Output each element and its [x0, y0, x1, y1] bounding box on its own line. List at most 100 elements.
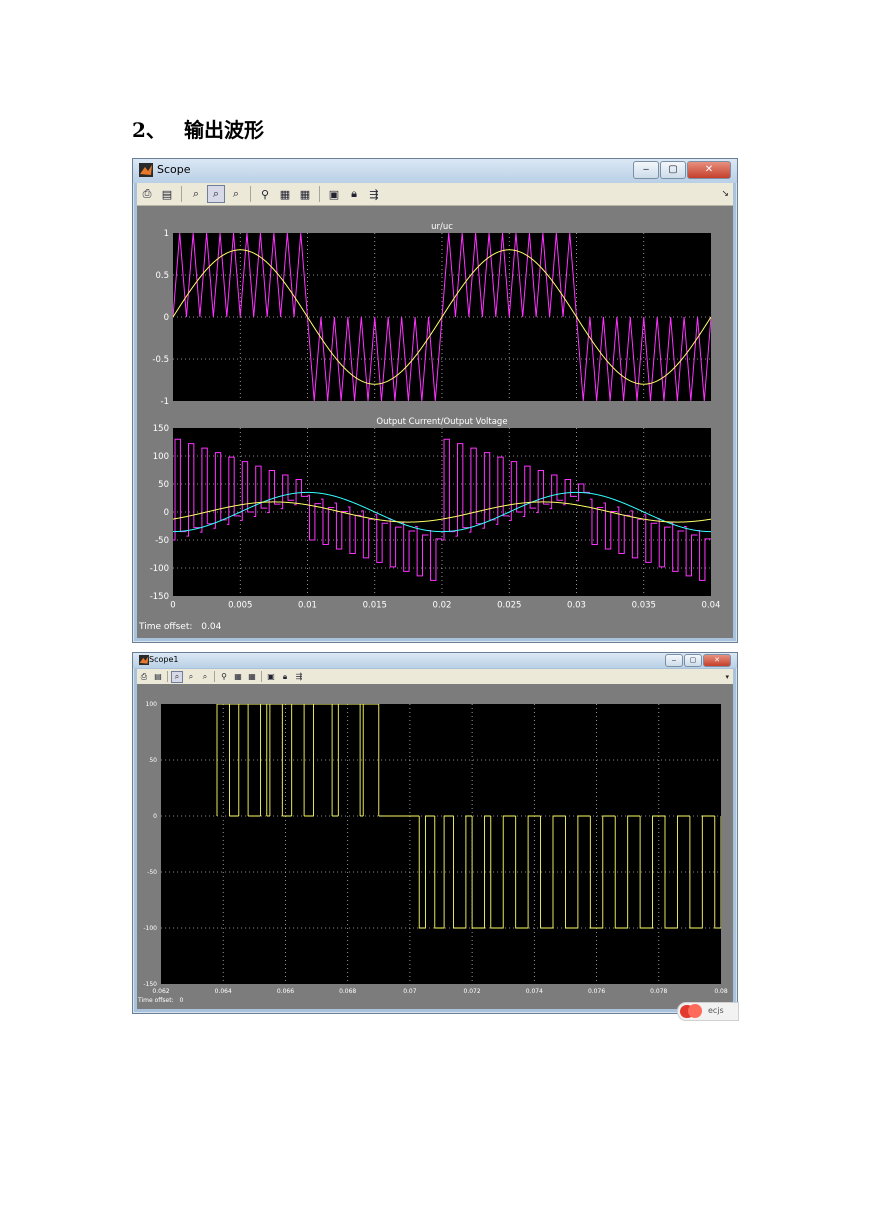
- toolbar-divider: [181, 186, 182, 202]
- y-tick-label: 0: [164, 313, 169, 323]
- y-tick-label: -1: [161, 397, 169, 407]
- parameters-icon[interactable]: ▤: [152, 671, 164, 683]
- x-tick-label: 0.062: [152, 988, 169, 995]
- section-heading: 2、 输出波形: [132, 114, 264, 143]
- matlab-icon: [139, 163, 153, 177]
- scope-window: Scope ‒ ▢ ✕ ⎙ ▤ ⌕ ⌕ ⌕ ⚲ ▦ ▦ ▣ 🔒︎ ⇶ ↘ 1 0.…: [132, 158, 738, 643]
- minimize-button[interactable]: ‒: [633, 161, 659, 179]
- time-offset-label: Time offset:: [138, 997, 174, 1004]
- x-tick-label: 0.025: [497, 601, 521, 611]
- y-tick-label: 150: [153, 424, 169, 434]
- y-tick-label: -100: [150, 564, 169, 574]
- scope2-plot-svg: 100500-50-100-1500.062 0.064 0.066 0.068 0.0…: [143, 701, 728, 995]
- chart-title: Output Current/Output Voltage: [376, 417, 507, 427]
- window-title: Scope1: [149, 655, 179, 664]
- autoscale-icon[interactable]: ⚲: [256, 185, 274, 203]
- parameters-icon[interactable]: ▤: [158, 185, 176, 203]
- x-tick-label: 0.035: [632, 601, 656, 611]
- floating-scope-icon[interactable]: ▣: [325, 185, 343, 203]
- x-tick-label: 0.07: [403, 988, 417, 995]
- scope1-window: Scope1 ‒ ▢ ✕ ⎙ ▤ ⌕ ⌕ ⌕ ⚲ ▦ ▦ ▣ 🔒︎ ⇶ ▾ 10…: [132, 652, 738, 1014]
- x-tick-label: 0.08: [714, 988, 728, 995]
- matlab-icon: [139, 655, 149, 665]
- x-tick-label: 0.074: [526, 988, 543, 995]
- close-button[interactable]: ✕: [687, 161, 731, 179]
- time-offset: Time offset: 0.04: [139, 622, 221, 632]
- x-tick-label: 0.005: [228, 601, 252, 611]
- y-tick-label: 0: [164, 508, 169, 518]
- x-tick-label: 0.078: [650, 988, 667, 995]
- save-axes-icon[interactable]: ▦: [232, 671, 244, 683]
- title-bar[interactable]: Scope1 ‒ ▢ ✕: [133, 653, 737, 668]
- window-title: Scope: [157, 163, 191, 176]
- close-button[interactable]: ✕: [703, 654, 731, 667]
- title-bar[interactable]: Scope ‒ ▢ ✕: [133, 159, 737, 183]
- scope-plot-area: 100 50 0 -50 -100 -150 0.062 0.064 0.066 0.068 0.0…: [137, 684, 733, 1009]
- heading-text: 输出波形: [184, 118, 264, 142]
- time-offset-label: Time offset:: [139, 622, 193, 632]
- x-tick-label: 0.066: [277, 988, 294, 995]
- lock-axes-icon[interactable]: 🔒︎: [345, 185, 363, 203]
- print-icon[interactable]: ⎙: [138, 671, 150, 683]
- y-tick-label: -150: [150, 592, 169, 602]
- zoom-y-icon[interactable]: ⌕: [227, 185, 245, 203]
- x-tick-label: 0.068: [339, 988, 356, 995]
- maximize-button[interactable]: ▢: [684, 654, 702, 667]
- chart-title: ur/uc: [431, 222, 453, 232]
- y-tick-label: 0.5: [155, 271, 169, 281]
- x-tick-label: 0: [170, 601, 175, 611]
- x-tick-label: 0.03: [567, 601, 586, 611]
- restore-axes-icon[interactable]: ▦: [296, 185, 314, 203]
- toolbar-overflow-icon[interactable]: ▾: [725, 673, 729, 681]
- y-tick-label: 100: [153, 452, 169, 462]
- x-tick-label: 0.02: [433, 601, 452, 611]
- x-tick-label: 0.064: [215, 988, 232, 995]
- zoom-icon[interactable]: ⌕: [187, 185, 205, 203]
- heading-number: 2、: [132, 118, 166, 142]
- x-tick-label: 0.072: [464, 988, 481, 995]
- time-offset-value: 0: [179, 997, 184, 1004]
- y-tick-label: -50: [155, 536, 169, 546]
- zoom-icon[interactable]: ⌕: [171, 670, 183, 683]
- autoscale-icon[interactable]: ⚲: [218, 671, 230, 683]
- y-tick-label: 1: [164, 229, 169, 239]
- toolbar-divider: [319, 186, 320, 202]
- print-icon[interactable]: ⎙: [138, 185, 156, 203]
- watermark-badge: ecjs: [677, 1002, 739, 1021]
- y-tick-label: 100: [146, 701, 158, 708]
- zoom-x-icon[interactable]: ⌕: [185, 671, 197, 683]
- zoom-y-icon[interactable]: ⌕: [199, 671, 211, 683]
- y-tick-label: -50: [147, 869, 157, 876]
- lock-axes-icon[interactable]: 🔒︎: [279, 671, 291, 683]
- signal-selection-icon[interactable]: ⇶: [365, 185, 383, 203]
- scope-toolbar: ⎙ ▤ ⌕ ⌕ ⌕ ⚲ ▦ ▦ ▣ 🔒︎ ⇶ ↘: [137, 183, 733, 206]
- x-tick-label: 0.01: [298, 601, 317, 611]
- toolbar-divider: [261, 671, 262, 682]
- watermark-logo-icon: [688, 1004, 702, 1018]
- save-axes-icon[interactable]: ▦: [276, 185, 294, 203]
- restore-axes-icon[interactable]: ▦: [246, 671, 258, 683]
- toolbar-overflow-icon[interactable]: ↘: [721, 189, 729, 199]
- x-tick-label: 0.015: [363, 601, 387, 611]
- x-tick-label: 0.076: [588, 988, 605, 995]
- y-tick-label: -0.5: [152, 355, 169, 365]
- y-tick-label: -100: [143, 925, 157, 932]
- floating-scope-icon[interactable]: ▣: [265, 671, 277, 683]
- y-tick-label: 0: [153, 813, 157, 820]
- time-offset: Time offset: 0: [138, 997, 183, 1004]
- scope-plot-area: 1 0.5 0 -0.5 -1 ur/uc 150 100 50 0 -50 -100 -150 0 0.0…: [137, 206, 733, 638]
- zoom-x-icon[interactable]: ⌕: [207, 185, 225, 203]
- plot-background: [161, 704, 721, 984]
- signal-selection-icon[interactable]: ⇶: [293, 671, 305, 683]
- scope-toolbar: ⎙ ▤ ⌕ ⌕ ⌕ ⚲ ▦ ▦ ▣ 🔒︎ ⇶ ▾: [137, 669, 733, 685]
- y-tick-label: 50: [158, 480, 169, 490]
- toolbar-divider: [167, 671, 168, 682]
- maximize-button[interactable]: ▢: [660, 161, 686, 179]
- toolbar-divider: [214, 671, 215, 682]
- watermark-text: ecjs: [708, 1006, 724, 1015]
- scope1-plots-svg: 10.50-0.5-1ur/uc150100500-50-100-1500 0.0…: [150, 222, 721, 611]
- minimize-button[interactable]: ‒: [665, 654, 683, 667]
- time-offset-value: 0.04: [201, 622, 222, 632]
- y-tick-label: 50: [149, 757, 157, 764]
- toolbar-divider: [250, 186, 251, 202]
